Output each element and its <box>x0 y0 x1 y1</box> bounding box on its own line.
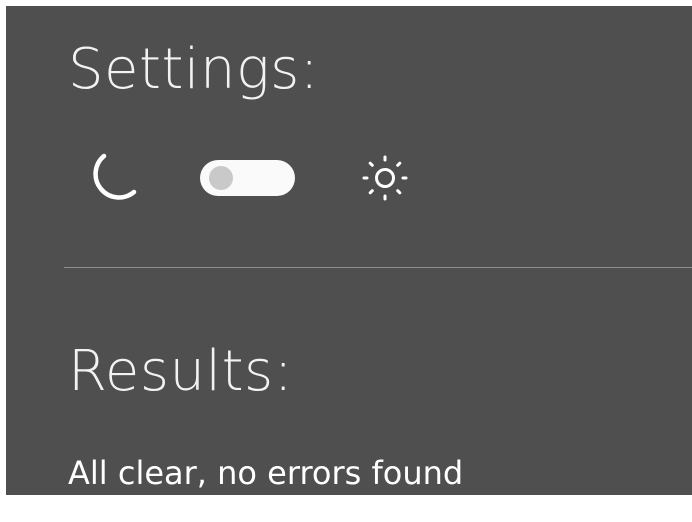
moon-icon <box>93 153 137 200</box>
results-heading: Results: <box>68 339 294 404</box>
toggle-knob <box>209 166 233 190</box>
settings-heading: Settings: <box>68 37 320 102</box>
section-divider <box>64 267 692 268</box>
results-message: All clear, no errors found <box>68 454 464 492</box>
theme-toggle[interactable] <box>200 160 295 196</box>
theme-switcher <box>76 146 476 206</box>
sun-icon <box>362 155 408 201</box>
settings-panel: Settings: Results: All clear, no errors … <box>6 6 692 495</box>
